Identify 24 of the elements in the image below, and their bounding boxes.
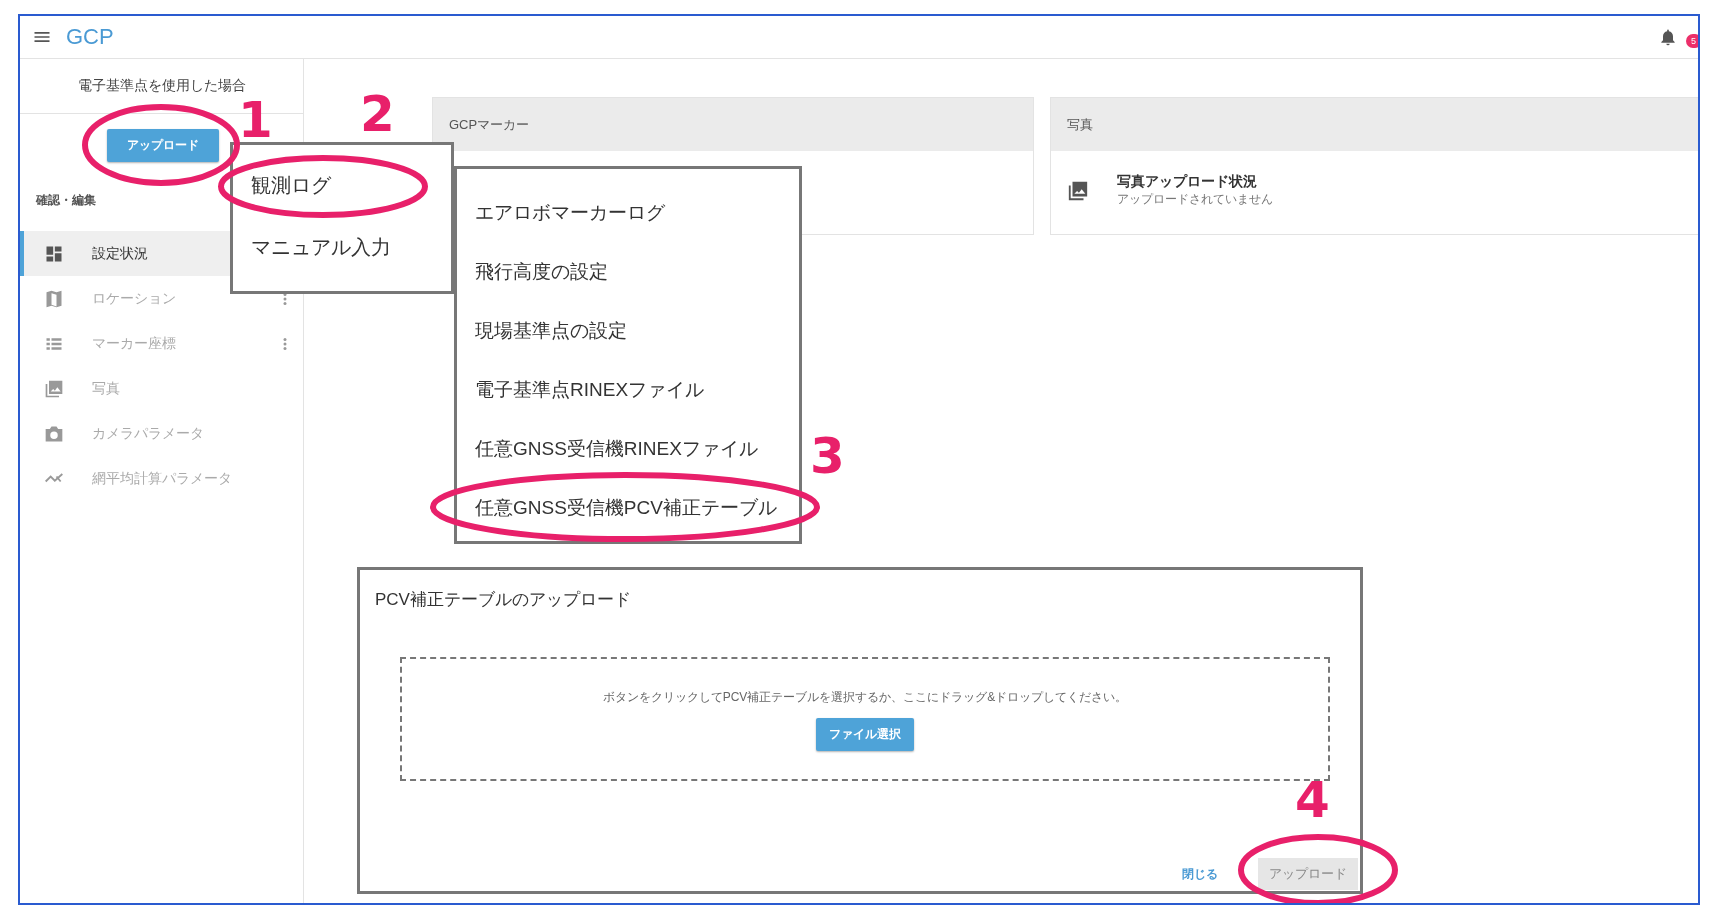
menu-item[interactable]: 電子基準点RINEXファイル xyxy=(457,378,799,402)
photos-icon xyxy=(1067,179,1089,202)
section-label: 確認・編集 xyxy=(36,192,96,209)
drop-hint: ボタンをクリックしてPCV補正テーブルを選択するか、ここにドラッグ&ドロップしてください。 xyxy=(602,689,1128,706)
step-number: 3 xyxy=(810,434,845,478)
kebab-icon[interactable] xyxy=(283,336,287,351)
bell-icon[interactable] xyxy=(1658,27,1678,47)
menu-item[interactable]: 現場基準点の設定 xyxy=(457,319,799,343)
app-title: GCP xyxy=(66,24,114,50)
status-title: 写真アップロード状況 xyxy=(1117,173,1258,191)
dialog-title: PCV補正テーブルのアップロード xyxy=(375,589,631,611)
menu-item[interactable]: エアロボマーカーログ xyxy=(457,201,799,225)
menu-item[interactable]: 観測ログ xyxy=(233,173,451,197)
map-icon xyxy=(44,288,64,309)
menu-item[interactable]: 任意GNSS受信機RINEXファイル xyxy=(457,437,799,461)
menu-item[interactable]: 飛行高度の設定 xyxy=(457,260,799,284)
drop-zone[interactable]: ボタンをクリックしてPCV補正テーブルを選択するか、ここにドラッグ&ドロップしてください。 ファイル選択 xyxy=(400,657,1330,781)
notification-badge: 5 xyxy=(1686,34,1698,48)
card-title: 写真 xyxy=(1051,98,1698,151)
step-number: 2 xyxy=(360,92,395,136)
card-title: GCPマーカー xyxy=(433,98,1033,151)
step-number: 4 xyxy=(1295,778,1330,822)
photos-icon xyxy=(44,378,64,399)
status-detail: アップロードされていません xyxy=(1117,191,1273,208)
